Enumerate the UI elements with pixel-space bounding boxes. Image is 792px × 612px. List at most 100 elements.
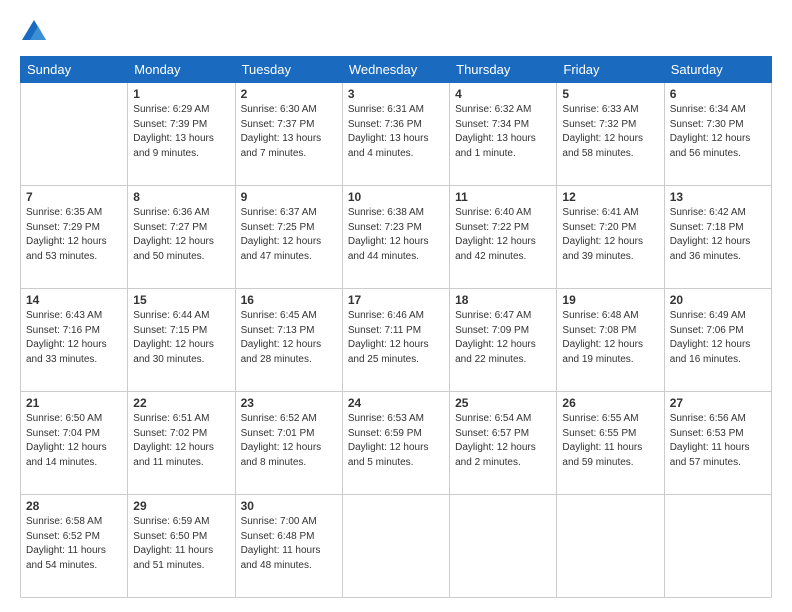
- day-number: 27: [670, 396, 766, 410]
- day-info: Sunrise: 6:46 AM Sunset: 7:11 PM Dayligh…: [348, 309, 444, 367]
- day-info: Sunrise: 6:44 AM Sunset: 7:15 PM Dayligh…: [133, 309, 229, 367]
- calendar-cell: 18 Sunrise: 6:47 AM Sunset: 7:09 PM Dayli…: [450, 289, 557, 392]
- day-info: Sunrise: 6:47 AM Sunset: 7:09 PM Dayligh…: [455, 309, 551, 367]
- day-info: Sunrise: 6:40 AM Sunset: 7:22 PM Dayligh…: [455, 206, 551, 264]
- calendar-cell: 9 Sunrise: 6:37 AM Sunset: 7:25 PM Daylig…: [235, 186, 342, 289]
- day-info: Sunrise: 6:37 AM Sunset: 7:25 PM Dayligh…: [241, 206, 337, 264]
- day-number: 4: [455, 87, 551, 101]
- day-number: 30: [241, 499, 337, 513]
- calendar-cell: 25Sunrise: 6:54 AM Sunset: 6:57 PM Dayli…: [450, 392, 557, 495]
- calendar-cell: 5 Sunrise: 6:33 AM Sunset: 7:32 PM Daylig…: [557, 83, 664, 186]
- calendar-cell: [21, 83, 128, 186]
- day-info: Sunrise: 6:36 AM Sunset: 7:27 PM Dayligh…: [133, 206, 229, 264]
- calendar-cell: 20 Sunrise: 6:49 AM Sunset: 7:06 PM Dayli…: [664, 289, 771, 392]
- day-number: 10: [348, 190, 444, 204]
- weekday-header-monday: Monday: [128, 57, 235, 83]
- day-number: 24: [348, 396, 444, 410]
- day-number: 28: [26, 499, 122, 513]
- logo: [20, 18, 52, 46]
- calendar-cell: 1 Sunrise: 6:29 AM Sunset: 7:39 PM Daylig…: [128, 83, 235, 186]
- calendar-cell: 3Sunrise: 6:31 AM Sunset: 7:36 PM Daylig…: [342, 83, 449, 186]
- day-number: 9: [241, 190, 337, 204]
- day-number: 26: [562, 396, 658, 410]
- day-info: Sunrise: 6:29 AM Sunset: 7:39 PM Dayligh…: [133, 103, 229, 161]
- page: SundayMondayTuesdayWednesdayThursdayFrid…: [0, 0, 792, 612]
- day-number: 6: [670, 87, 766, 101]
- day-info: Sunrise: 6:41 AM Sunset: 7:20 PM Dayligh…: [562, 206, 658, 264]
- calendar-cell: 22Sunrise: 6:51 AM Sunset: 7:02 PM Dayli…: [128, 392, 235, 495]
- day-number: 15: [133, 293, 229, 307]
- logo-icon: [20, 18, 48, 46]
- calendar-cell: 4 Sunrise: 6:32 AM Sunset: 7:34 PM Daylig…: [450, 83, 557, 186]
- day-info: Sunrise: 6:58 AM Sunset: 6:52 PM Dayligh…: [26, 515, 122, 573]
- calendar-cell: 12 Sunrise: 6:41 AM Sunset: 7:20 PM Dayli…: [557, 186, 664, 289]
- calendar-cell: 2Sunrise: 6:30 AM Sunset: 7:37 PM Daylig…: [235, 83, 342, 186]
- day-info: Sunrise: 6:33 AM Sunset: 7:32 PM Dayligh…: [562, 103, 658, 161]
- calendar-cell: 17 Sunrise: 6:46 AM Sunset: 7:11 PM Dayli…: [342, 289, 449, 392]
- day-info: Sunrise: 6:42 AM Sunset: 7:18 PM Dayligh…: [670, 206, 766, 264]
- day-info: Sunrise: 6:49 AM Sunset: 7:06 PM Dayligh…: [670, 309, 766, 367]
- calendar-cell: 30 Sunrise: 7:00 AM Sunset: 6:48 PM Dayli…: [235, 495, 342, 598]
- calendar-cell: [450, 495, 557, 598]
- day-number: 18: [455, 293, 551, 307]
- day-number: 7: [26, 190, 122, 204]
- weekday-header-friday: Friday: [557, 57, 664, 83]
- day-info: Sunrise: 6:56 AM Sunset: 6:53 PM Dayligh…: [670, 412, 766, 470]
- day-number: 23: [241, 396, 337, 410]
- calendar-cell: 14 Sunrise: 6:43 AM Sunset: 7:16 PM Dayli…: [21, 289, 128, 392]
- calendar-week-4: 21Sunrise: 6:50 AM Sunset: 7:04 PM Dayli…: [21, 392, 772, 495]
- calendar-cell: 29 Sunrise: 6:59 AM Sunset: 6:50 PM Dayli…: [128, 495, 235, 598]
- day-info: Sunrise: 6:34 AM Sunset: 7:30 PM Dayligh…: [670, 103, 766, 161]
- day-info: Sunrise: 6:55 AM Sunset: 6:55 PM Dayligh…: [562, 412, 658, 470]
- weekday-header-saturday: Saturday: [664, 57, 771, 83]
- day-number: 25: [455, 396, 551, 410]
- day-info: Sunrise: 7:00 AM Sunset: 6:48 PM Dayligh…: [241, 515, 337, 573]
- calendar-cell: [557, 495, 664, 598]
- calendar-cell: 10Sunrise: 6:38 AM Sunset: 7:23 PM Dayli…: [342, 186, 449, 289]
- day-info: Sunrise: 6:51 AM Sunset: 7:02 PM Dayligh…: [133, 412, 229, 470]
- day-number: 1: [133, 87, 229, 101]
- day-info: Sunrise: 6:31 AM Sunset: 7:36 PM Dayligh…: [348, 103, 444, 161]
- weekday-header-tuesday: Tuesday: [235, 57, 342, 83]
- day-info: Sunrise: 6:52 AM Sunset: 7:01 PM Dayligh…: [241, 412, 337, 470]
- calendar-cell: 6 Sunrise: 6:34 AM Sunset: 7:30 PM Daylig…: [664, 83, 771, 186]
- day-number: 2: [241, 87, 337, 101]
- calendar-cell: 19Sunrise: 6:48 AM Sunset: 7:08 PM Dayli…: [557, 289, 664, 392]
- day-info: Sunrise: 6:32 AM Sunset: 7:34 PM Dayligh…: [455, 103, 551, 161]
- day-number: 12: [562, 190, 658, 204]
- calendar-cell: 26 Sunrise: 6:55 AM Sunset: 6:55 PM Dayli…: [557, 392, 664, 495]
- calendar-cell: 8 Sunrise: 6:36 AM Sunset: 7:27 PM Daylig…: [128, 186, 235, 289]
- day-info: Sunrise: 6:35 AM Sunset: 7:29 PM Dayligh…: [26, 206, 122, 264]
- day-number: 14: [26, 293, 122, 307]
- calendar-cell: 21Sunrise: 6:50 AM Sunset: 7:04 PM Dayli…: [21, 392, 128, 495]
- weekday-header-wednesday: Wednesday: [342, 57, 449, 83]
- day-info: Sunrise: 6:50 AM Sunset: 7:04 PM Dayligh…: [26, 412, 122, 470]
- day-info: Sunrise: 6:59 AM Sunset: 6:50 PM Dayligh…: [133, 515, 229, 573]
- day-number: 17: [348, 293, 444, 307]
- calendar-cell: 16 Sunrise: 6:45 AM Sunset: 7:13 PM Dayli…: [235, 289, 342, 392]
- weekday-header-row: SundayMondayTuesdayWednesdayThursdayFrid…: [21, 57, 772, 83]
- day-number: 19: [562, 293, 658, 307]
- day-number: 20: [670, 293, 766, 307]
- calendar-cell: 23 Sunrise: 6:52 AM Sunset: 7:01 PM Dayli…: [235, 392, 342, 495]
- calendar-week-5: 28 Sunrise: 6:58 AM Sunset: 6:52 PM Dayli…: [21, 495, 772, 598]
- header: [20, 18, 772, 46]
- day-number: 16: [241, 293, 337, 307]
- day-number: 13: [670, 190, 766, 204]
- calendar-cell: 27 Sunrise: 6:56 AM Sunset: 6:53 PM Dayli…: [664, 392, 771, 495]
- weekday-header-sunday: Sunday: [21, 57, 128, 83]
- calendar-cell: 13 Sunrise: 6:42 AM Sunset: 7:18 PM Dayli…: [664, 186, 771, 289]
- calendar-cell: 15 Sunrise: 6:44 AM Sunset: 7:15 PM Dayli…: [128, 289, 235, 392]
- calendar-week-2: 7 Sunrise: 6:35 AM Sunset: 7:29 PM Daylig…: [21, 186, 772, 289]
- day-info: Sunrise: 6:45 AM Sunset: 7:13 PM Dayligh…: [241, 309, 337, 367]
- calendar-cell: 7 Sunrise: 6:35 AM Sunset: 7:29 PM Daylig…: [21, 186, 128, 289]
- day-number: 29: [133, 499, 229, 513]
- calendar-cell: 11Sunrise: 6:40 AM Sunset: 7:22 PM Dayli…: [450, 186, 557, 289]
- calendar-week-1: 1 Sunrise: 6:29 AM Sunset: 7:39 PM Daylig…: [21, 83, 772, 186]
- weekday-header-thursday: Thursday: [450, 57, 557, 83]
- calendar-cell: [342, 495, 449, 598]
- day-info: Sunrise: 6:43 AM Sunset: 7:16 PM Dayligh…: [26, 309, 122, 367]
- day-number: 5: [562, 87, 658, 101]
- day-number: 8: [133, 190, 229, 204]
- calendar-week-3: 14 Sunrise: 6:43 AM Sunset: 7:16 PM Dayli…: [21, 289, 772, 392]
